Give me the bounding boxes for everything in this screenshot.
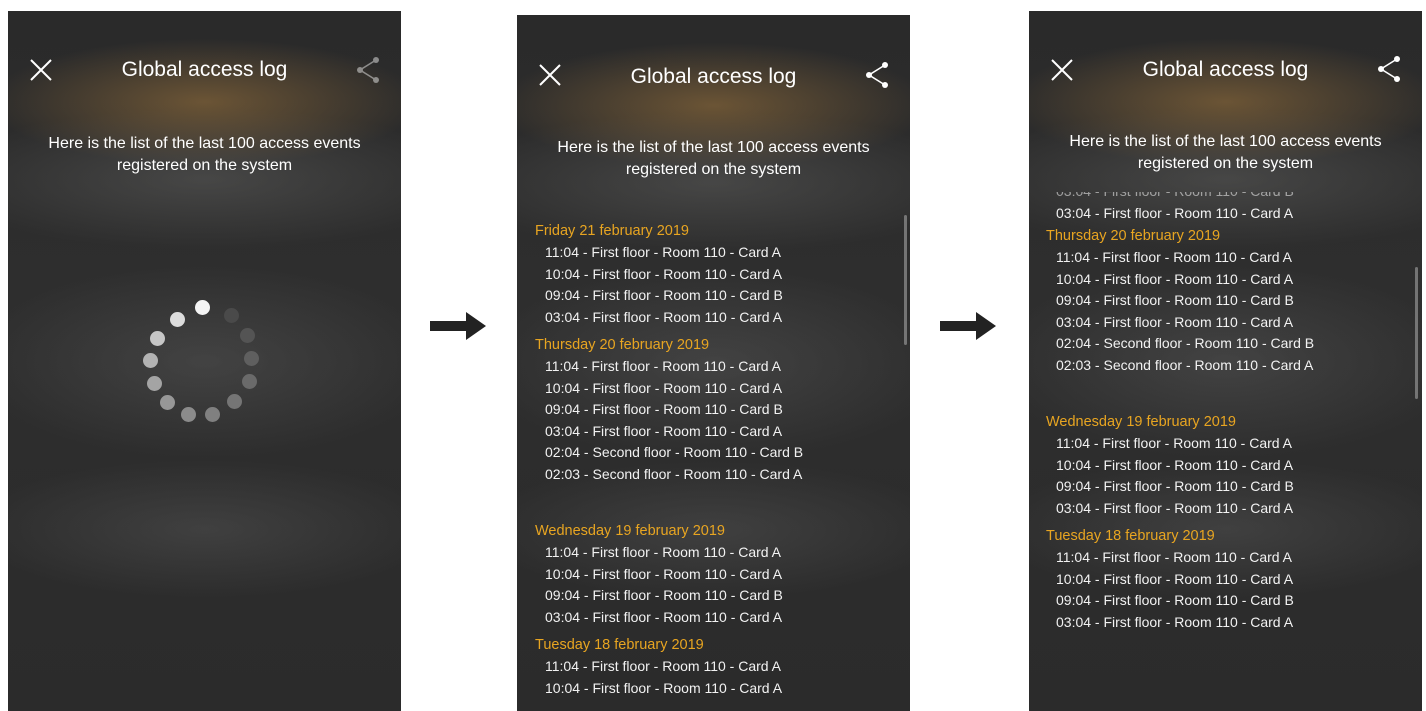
spinner-dot xyxy=(227,394,242,409)
list-item[interactable]: 11:04 - First floor - Room 110 - Card A xyxy=(535,656,892,678)
scroll-viewport: 03:04 - First floor - Room 110 - Card B … xyxy=(1029,192,1422,711)
access-event-list: 03:04 - First floor - Room 110 - Card B … xyxy=(1046,192,1404,633)
access-log-screen-list: Global access log Here is the list of th… xyxy=(517,15,910,711)
day-heading: Tuesday 18 february 2019 xyxy=(1046,528,1215,544)
list-item[interactable]: 02:04 - Second floor - Room 110 - Card B xyxy=(535,442,892,464)
day-heading: Wednesday 19 february 2019 xyxy=(535,523,725,539)
list-item[interactable]: 03:04 - First floor - Room 110 - Card A xyxy=(1046,203,1404,225)
day-heading: Tuesday 18 february 2019 xyxy=(535,637,704,653)
list-item[interactable]: 03:04 - First floor - Room 110 - Card A xyxy=(535,307,892,329)
day-heading: Thursday 20 february 2019 xyxy=(535,337,710,353)
app-header: Global access log xyxy=(1029,11,1422,121)
list-item[interactable]: 11:04 - First floor - Room 110 - Card A xyxy=(1046,547,1404,569)
access-event-list: Friday 21 february 2019 11:04 - First fl… xyxy=(535,221,892,699)
list-item[interactable]: 10:04 - First floor - Room 110 - Card A xyxy=(535,378,892,400)
list-item[interactable]: 09:04 - First floor - Room 110 - Card B xyxy=(1046,476,1404,498)
app-header: Global access log xyxy=(517,15,910,125)
app-header: Global access log xyxy=(8,11,401,121)
list-item[interactable]: 11:04 - First floor - Room 110 - Card A xyxy=(1046,247,1404,269)
list-item[interactable]: 09:04 - First floor - Room 110 - Card B xyxy=(535,285,892,307)
tutorial-sequence: Global access log Here is the list of th… xyxy=(0,0,1426,711)
spinner-dot xyxy=(242,374,257,389)
arrow-right-icon xyxy=(430,312,486,340)
page-title: Global access log xyxy=(630,65,797,88)
scrollbar[interactable] xyxy=(1415,267,1418,399)
list-item[interactable]: 09:04 - First floor - Room 110 - Card B xyxy=(535,585,892,607)
intro-text: Here is the list of the last 100 access … xyxy=(48,135,361,174)
spinner-dot xyxy=(160,395,175,410)
access-log-screen-scrolled: Global access log Here is the list of th… xyxy=(1029,11,1422,711)
spinner-dot xyxy=(224,308,239,323)
spinner-dot xyxy=(205,407,220,422)
list-item[interactable]: 03:04 - First floor - Room 110 - Card A xyxy=(535,421,892,443)
list-item[interactable]: 03:04 - First floor - Room 110 - Card A xyxy=(1046,498,1404,520)
list-item[interactable]: 10:04 - First floor - Room 110 - Card A xyxy=(1046,269,1404,291)
scrollbar[interactable] xyxy=(904,215,907,345)
list-item[interactable]: 02:04 - Second floor - Room 110 - Card B xyxy=(1046,333,1404,355)
day-heading: Wednesday 19 february 2019 xyxy=(1046,414,1236,430)
list-item[interactable]: 09:04 - First floor - Room 110 - Card B xyxy=(535,399,892,421)
list-item[interactable]: 09:04 - First floor - Room 110 - Card B xyxy=(1046,290,1404,312)
list-item[interactable]: 11:04 - First floor - Room 110 - Card A xyxy=(535,356,892,378)
list-item[interactable]: 10:04 - First floor - Room 110 - Card A xyxy=(535,264,892,286)
list-item[interactable]: 10:04 - First floor - Room 110 - Card A xyxy=(535,564,892,586)
day-heading: Friday 21 february 2019 xyxy=(535,223,689,239)
list-item[interactable]: 09:04 - First floor - Room 110 - Card B xyxy=(1046,590,1404,612)
spinner-dot xyxy=(181,407,196,422)
loading-spinner-icon xyxy=(138,294,268,424)
list-item[interactable]: 11:04 - First floor - Room 110 - Card A xyxy=(535,542,892,564)
list-item[interactable]: 02:03 - Second floor - Room 110 - Card A xyxy=(1046,355,1404,377)
spinner-dot xyxy=(195,300,210,315)
list-item[interactable]: 11:04 - First floor - Room 110 - Card A xyxy=(535,242,892,264)
list-item[interactable]: 03:04 - First floor - Room 110 - Card A xyxy=(535,607,892,629)
spinner-dot xyxy=(170,312,185,327)
intro-text: Here is the list of the last 100 access … xyxy=(557,139,870,178)
spinner-dot xyxy=(150,331,165,346)
spinner-dot xyxy=(143,353,158,368)
share-icon[interactable] xyxy=(864,61,890,89)
list-item[interactable]: 10:04 - First floor - Room 110 - Card A xyxy=(535,678,892,700)
list-item[interactable]: 02:03 - Second floor - Room 110 - Card A xyxy=(535,464,892,486)
intro-text: Here is the list of the last 100 access … xyxy=(1069,133,1382,172)
spinner-dot xyxy=(147,376,162,391)
share-icon[interactable] xyxy=(1376,55,1402,83)
list-item[interactable]: 11:04 - First floor - Room 110 - Card A xyxy=(1046,433,1404,455)
list-item[interactable]: 03:04 - First floor - Room 110 - Card A xyxy=(1046,612,1404,634)
spinner-dot xyxy=(240,328,255,343)
arrow-right-icon xyxy=(940,312,996,340)
list-item[interactable]: 10:04 - First floor - Room 110 - Card A xyxy=(1046,569,1404,591)
list-item[interactable]: 03:04 - First floor - Room 110 - Card B xyxy=(1046,192,1404,203)
spinner-dot xyxy=(244,351,259,366)
access-log-screen-loading: Global access log Here is the list of th… xyxy=(8,11,401,711)
list-item[interactable]: 03:04 - First floor - Room 110 - Card A xyxy=(1046,312,1404,334)
day-heading: Thursday 20 february 2019 xyxy=(1046,228,1221,244)
list-item[interactable]: 10:04 - First floor - Room 110 - Card A xyxy=(1046,455,1404,477)
page-title: Global access log xyxy=(1142,58,1309,81)
page-title: Global access log xyxy=(121,58,288,81)
share-icon[interactable] xyxy=(355,56,381,84)
